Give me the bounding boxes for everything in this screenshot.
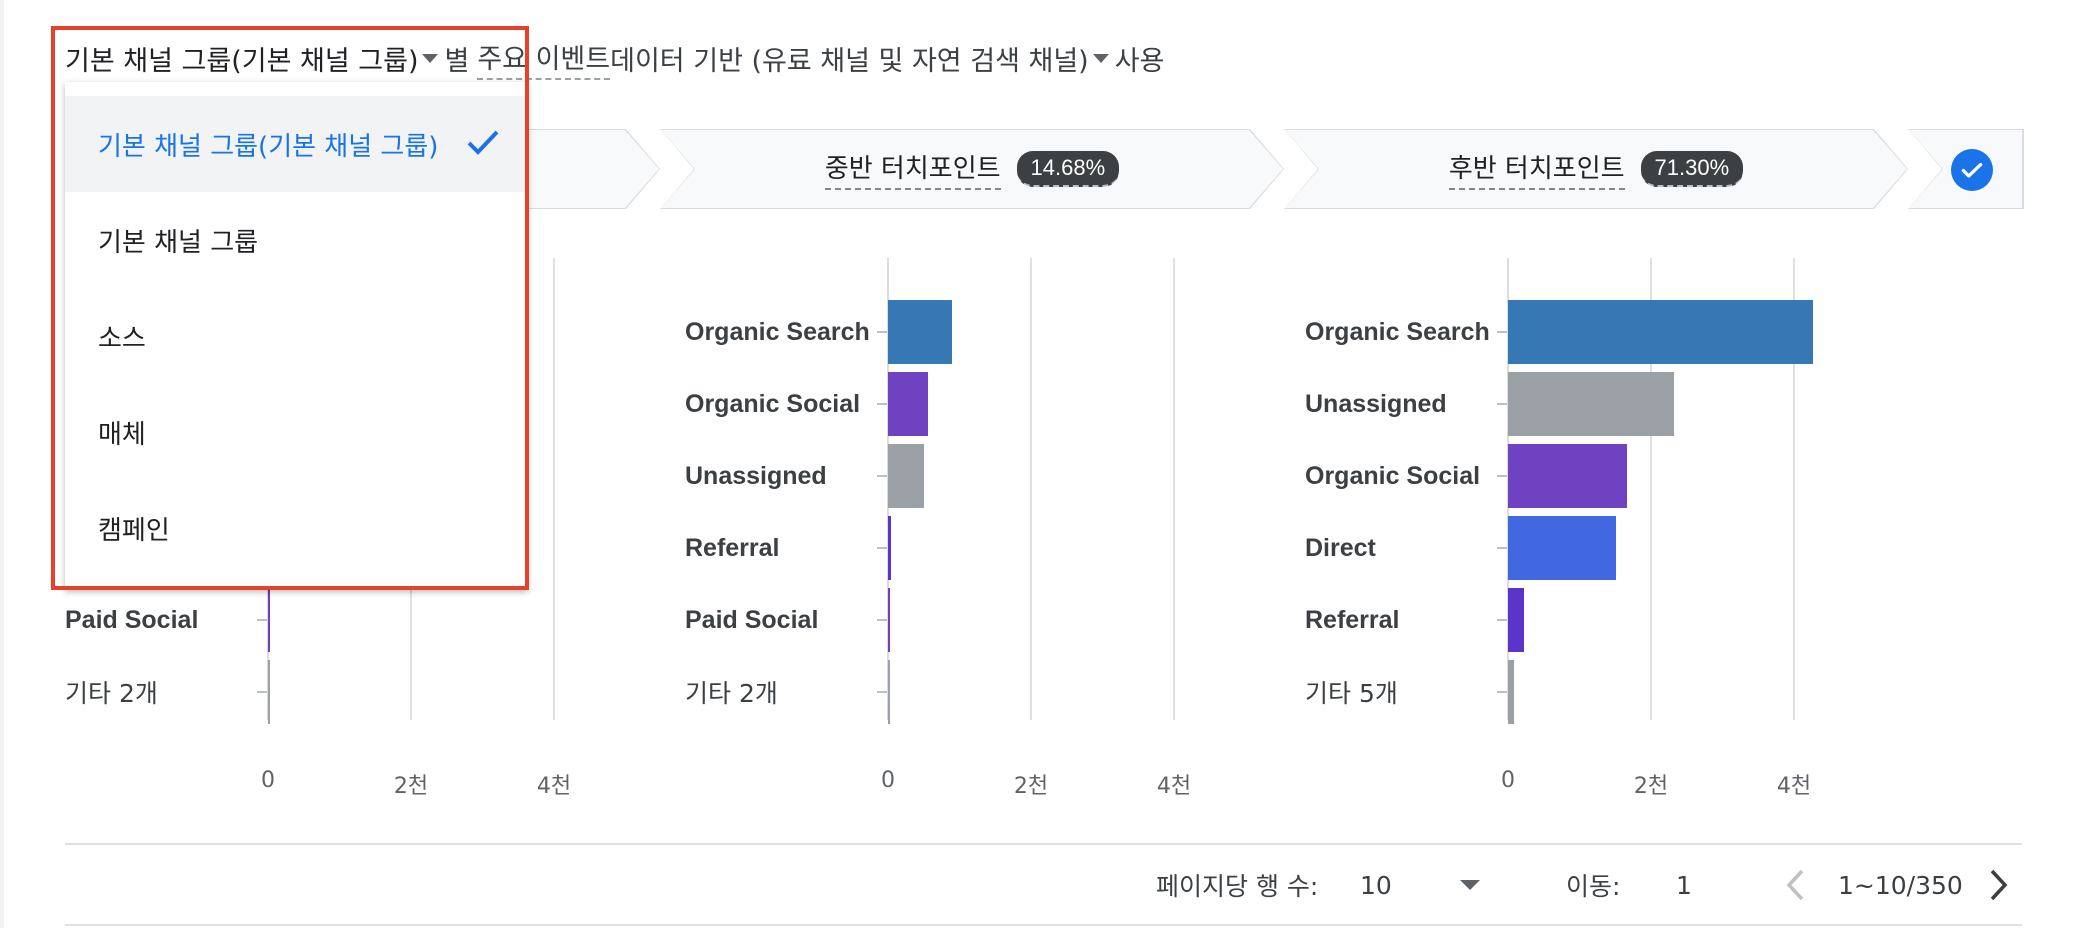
category-label: 기타 5개 xyxy=(1305,679,1398,708)
category-label: Unassigned xyxy=(1305,389,1447,418)
category-tick xyxy=(1497,619,1507,621)
stage-middle: 중반 터치포인트 14.68% xyxy=(661,130,1283,208)
category-label: Referral xyxy=(1305,605,1400,634)
stage-title[interactable]: 중반 터치포인트 xyxy=(825,148,1001,190)
category-tick xyxy=(257,619,267,621)
page-range: 1~10/350 xyxy=(1838,870,1963,900)
category-tick xyxy=(877,331,887,333)
bar[interactable] xyxy=(888,588,890,652)
category-tick xyxy=(877,403,887,405)
next-page-button[interactable] xyxy=(1988,860,2010,910)
prev-page-button[interactable] xyxy=(1784,860,1806,910)
category-label: Organic Search xyxy=(1305,317,1490,346)
bar[interactable] xyxy=(888,660,890,724)
gridline xyxy=(1030,258,1032,720)
stage-title[interactable]: 후반 터치포인트 xyxy=(1449,148,1625,190)
footer-divider xyxy=(65,843,2022,845)
goto-input[interactable]: 1 xyxy=(1676,860,1692,910)
chart-middle: Organic Search Organic Social Unassigned Re… xyxy=(685,258,1245,799)
bar[interactable] xyxy=(1508,444,1627,508)
rows-per-page-select[interactable]: 10 xyxy=(1360,860,1486,910)
category-tick xyxy=(877,547,887,549)
x-tick-label: 0 xyxy=(261,768,275,793)
stage-badge: 14.68% xyxy=(1017,151,1120,187)
bar[interactable] xyxy=(888,516,891,580)
x-tick-label: 2천 xyxy=(1633,774,1669,799)
x-tick-label: 0 xyxy=(881,768,895,793)
rows-per-page-label: 페이지당 행 수: xyxy=(1156,872,1319,901)
model-caret-icon[interactable] xyxy=(1092,53,1109,63)
pagination: 페이지당 행 수: xyxy=(1156,860,1318,910)
left-border xyxy=(0,0,4,928)
gridline xyxy=(1173,258,1175,720)
category-tick xyxy=(1497,547,1507,549)
x-tick-label: 4천 xyxy=(1156,774,1192,799)
bar[interactable] xyxy=(268,588,270,652)
goto-label: 이동: xyxy=(1566,872,1621,901)
page: 기본 채널 그룹(기본 채널 그룹) 별 주요 이벤트 데이터 기반 (유료 채… xyxy=(0,0,2074,928)
category-label: 기타 2개 xyxy=(65,679,158,708)
bottom-divider xyxy=(65,924,2022,926)
category-tick xyxy=(257,691,267,693)
bar[interactable] xyxy=(1508,516,1616,580)
gridline xyxy=(553,258,555,720)
model-label: 데이터 기반 (유료 채널 및 자연 검색 채널) xyxy=(610,45,1089,77)
category-label: Paid Social xyxy=(65,605,199,634)
x-tick-label: 2천 xyxy=(1013,774,1049,799)
category-tick xyxy=(1497,331,1507,333)
bar[interactable] xyxy=(888,300,953,364)
x-tick-label: 4천 xyxy=(1776,774,1812,799)
category-tick xyxy=(1497,403,1507,405)
category-tick xyxy=(1497,475,1507,477)
highlight-box xyxy=(51,26,529,590)
chevron-right-icon xyxy=(1990,869,2008,901)
category-label: Organic Social xyxy=(1305,461,1481,490)
tail-label: 사용 xyxy=(1114,45,1165,77)
x-tick-label: 4천 xyxy=(536,774,572,799)
bar[interactable] xyxy=(268,660,270,724)
category-label: 기타 2개 xyxy=(685,679,778,708)
x-tick-label: 2천 xyxy=(393,774,429,799)
x-tick-label: 0 xyxy=(1501,768,1515,793)
category-label: Unassigned xyxy=(685,461,827,490)
stage-badge: 71.30% xyxy=(1641,151,1744,187)
category-tick xyxy=(1497,691,1507,693)
category-label: Direct xyxy=(1305,533,1376,562)
bar[interactable] xyxy=(1508,660,1515,724)
category-tick xyxy=(877,475,887,477)
bar[interactable] xyxy=(888,372,929,436)
goto-value: 1 xyxy=(1676,870,1692,900)
category-label: Organic Search xyxy=(685,317,870,346)
check-circle-icon xyxy=(1951,149,1993,191)
chart-late: Organic Search Unassigned Organic Social Di… xyxy=(1305,258,1865,799)
category-tick xyxy=(877,691,887,693)
chevron-down-icon xyxy=(1460,880,1480,890)
bar[interactable] xyxy=(1508,372,1674,436)
category-label: Paid Social xyxy=(685,605,819,634)
category-tick xyxy=(877,619,887,621)
category-label: Referral xyxy=(685,533,780,562)
category-label: Organic Social xyxy=(685,389,861,418)
bar[interactable] xyxy=(1508,300,1814,364)
stage-late: 후반 터치포인트 71.30% xyxy=(1285,130,1907,208)
bar[interactable] xyxy=(888,444,924,508)
bar[interactable] xyxy=(1508,588,1525,652)
chevron-left-icon xyxy=(1786,869,1804,901)
rows-per-page-value: 10 xyxy=(1360,870,1392,900)
